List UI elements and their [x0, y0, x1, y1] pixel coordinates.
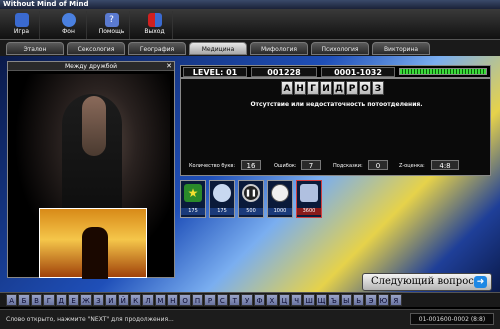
image-panel: Между дружбой ✕ [7, 61, 175, 279]
rating-label: Z-оценка: [399, 163, 425, 169]
letter-key[interactable]: Г [43, 294, 55, 306]
clock-icon [271, 184, 289, 202]
exit-button[interactable]: Выход [137, 11, 173, 39]
status-code: 01-001600-0002 (8:8) [410, 313, 494, 325]
shield-icon [300, 184, 318, 202]
game-button[interactable]: Игра [4, 11, 40, 39]
letter-key[interactable]: И [105, 294, 117, 306]
word-letter: А [281, 81, 293, 95]
alphabet-keyboard: А Б В Г Д Е Ж З И Й К Л М Н О П Р С Т У … [0, 292, 500, 307]
letter-key[interactable]: А [6, 294, 18, 306]
pause-icon: ❚❚ [242, 184, 260, 202]
word-letters: А Н Г И Д Р О З [281, 81, 384, 95]
game-icon [14, 13, 29, 27]
letter-key[interactable]: Я [390, 294, 402, 306]
letter-key[interactable]: Х [266, 294, 278, 306]
letter-key[interactable]: Е [67, 294, 80, 306]
thumbnail-photo [39, 208, 147, 279]
status-bar: Слово открыто, нажмите "NEXT" для продол… [0, 309, 500, 329]
letter-key[interactable]: Ы [340, 294, 352, 306]
tab-etalon[interactable]: Эталон [6, 42, 64, 55]
question-text: Отсутствие или недостаточность потоотдел… [250, 101, 423, 108]
level-label: LEVEL: 01 [183, 67, 247, 77]
letter-key[interactable]: В [30, 294, 43, 306]
background-icon [61, 13, 76, 27]
question-panel: А Н Г И Д Р О З Отсутствие или недостато… [180, 78, 491, 176]
tab-psychology[interactable]: Психология [311, 42, 369, 55]
help-button[interactable]: ? Помощь [94, 11, 130, 39]
background-button[interactable]: Фон [51, 11, 87, 39]
word-letter: Г [307, 81, 319, 95]
window-title: Without Mind of Mind [0, 0, 500, 9]
letter-key[interactable]: Ж [80, 294, 92, 306]
letter-key[interactable]: Д [55, 294, 67, 306]
toolbar: Игра Фон ? Помощь Выход [0, 9, 500, 40]
star-icon: ★ [184, 184, 202, 202]
letter-key[interactable]: О [179, 294, 191, 306]
exit-icon [147, 13, 162, 27]
magnifier-icon [213, 184, 231, 202]
hint-button-pause[interactable]: ❚❚ 500 [238, 180, 264, 218]
word-letter: Р [346, 81, 358, 95]
letter-key[interactable]: С [216, 294, 229, 306]
word-letter: Д [333, 81, 345, 95]
letter-key[interactable]: Ъ [328, 294, 340, 306]
errors-label: Ошибок: [274, 163, 297, 169]
arrow-right-icon: ➜ [474, 276, 487, 288]
letter-key[interactable]: Р [204, 294, 216, 306]
word-letter: Н [294, 81, 306, 95]
image-panel-title: Между дружбой [64, 63, 118, 70]
word-letter: З [372, 81, 384, 95]
letter-key[interactable]: У [241, 294, 253, 306]
letter-key[interactable]: М [154, 294, 167, 306]
letter-key[interactable]: Ш [303, 294, 315, 306]
word-letter: И [320, 81, 332, 95]
letter-key[interactable]: Э [365, 294, 377, 306]
letter-key[interactable]: Л [142, 294, 154, 306]
level-bar: LEVEL: 01 001228 0001-1032 [180, 65, 491, 78]
progress-bar [399, 68, 487, 75]
letters-count-label: Количество букв: [189, 163, 236, 169]
letters-count-value: 16 [241, 160, 261, 170]
tab-quiz[interactable]: Викторина [372, 42, 430, 55]
letter-key[interactable]: Й [117, 294, 129, 306]
letter-key[interactable]: Ь [352, 294, 365, 306]
hint-button-clock[interactable]: 1000 [267, 180, 293, 218]
rating-value: 4:8 [431, 160, 459, 170]
next-question-button[interactable]: Следующий вопрос ➜ [362, 273, 492, 291]
tab-mythology[interactable]: Мифология [250, 42, 308, 55]
tab-sexology[interactable]: Сексология [67, 42, 125, 55]
category-tabs: Эталон Сексология География Медицина Миф… [0, 40, 500, 56]
word-letter: О [359, 81, 371, 95]
letter-key[interactable]: Б [18, 294, 30, 306]
help-icon: ? [104, 13, 119, 27]
range-value: 0001-1032 [321, 67, 395, 77]
letter-key[interactable]: П [191, 294, 204, 306]
stats-bar: Количество букв: 16 Ошибок: 7 Подсказки:… [181, 159, 492, 173]
letter-key[interactable]: К [129, 294, 142, 306]
letter-key[interactable]: Щ [315, 294, 328, 306]
status-message: Слово открыто, нажмите "NEXT" для продол… [6, 316, 174, 323]
hints-used-label: Подсказки: [333, 163, 363, 169]
letter-key[interactable]: Ц [278, 294, 290, 306]
errors-value: 7 [301, 160, 321, 170]
letter-key[interactable]: Т [229, 294, 241, 306]
hint-button-search[interactable]: 175 [209, 180, 235, 218]
letter-key[interactable]: З [92, 294, 105, 306]
close-icon[interactable]: ✕ [166, 62, 172, 71]
hints-used-value: 0 [368, 160, 388, 170]
letter-key[interactable]: Ю [377, 294, 390, 306]
letter-key[interactable]: Ч [290, 294, 303, 306]
tab-geography[interactable]: География [128, 42, 186, 55]
hint-button-shield[interactable]: 3600 [296, 180, 322, 218]
hint-button-star[interactable]: ★ 175 [180, 180, 206, 218]
score-value: 001228 [251, 67, 317, 77]
letter-key[interactable]: Ф [253, 294, 266, 306]
letter-key[interactable]: Н [167, 294, 179, 306]
tab-medicine[interactable]: Медицина [189, 42, 247, 55]
